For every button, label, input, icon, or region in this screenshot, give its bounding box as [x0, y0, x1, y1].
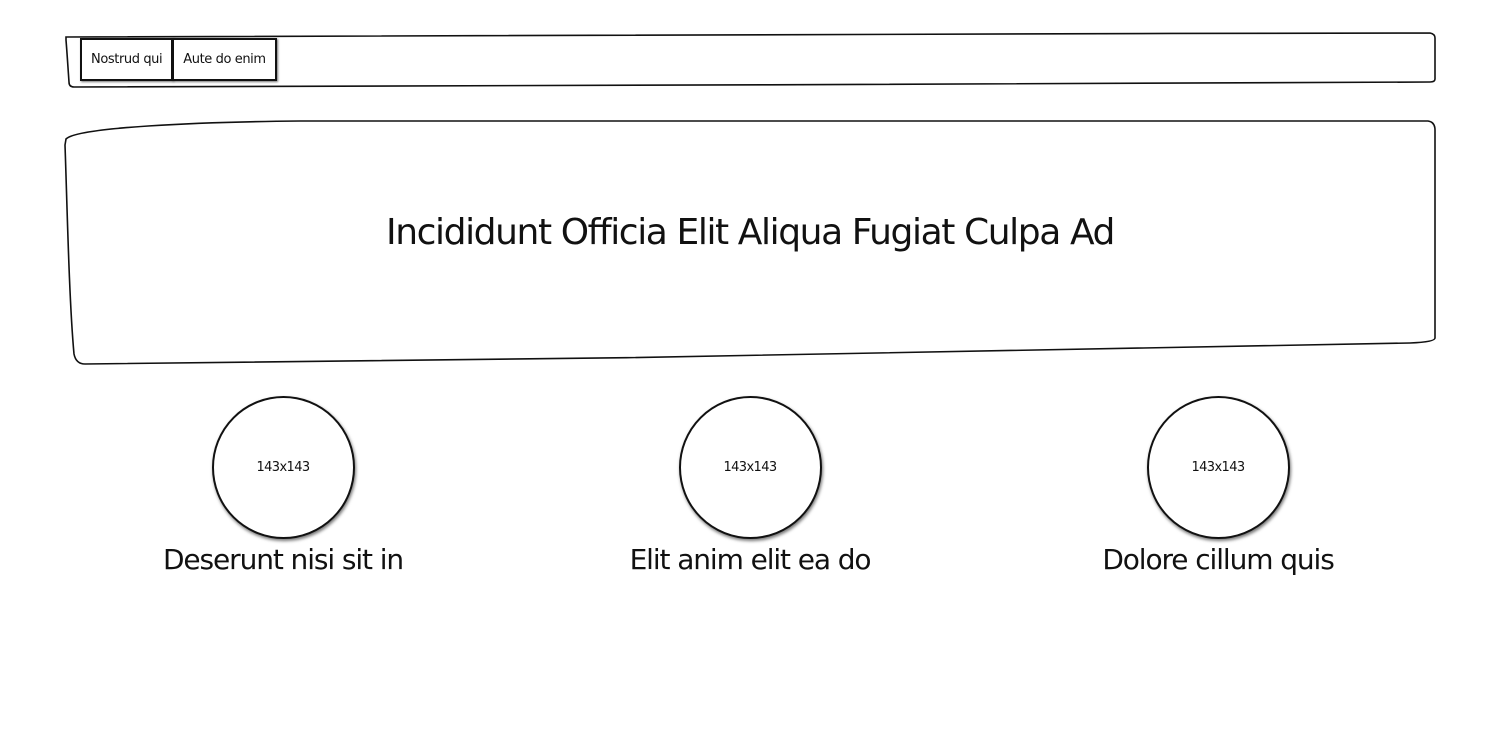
image-placeholder-label: 143x143 — [1191, 460, 1245, 475]
image-placeholder: 143x143 — [678, 396, 822, 539]
feature-card: 143x143 Deserunt nisi sit in — [133, 396, 433, 576]
top-nav: Nostrud qui Aute do enim — [80, 38, 277, 81]
sketch-frames — [64, 32, 1436, 365]
feature-caption: Dolore cillum quis — [1102, 543, 1334, 576]
feature-card: 143x143 Dolore cillum quis — [1068, 396, 1368, 576]
image-placeholder: 143x143 — [211, 396, 355, 539]
hero-title: Incididunt Officia Elit Aliqua Fugiat Cu… — [385, 212, 1115, 253]
feature-caption: Deserunt nisi sit in — [162, 543, 404, 576]
image-placeholder-label: 143x143 — [723, 460, 777, 475]
nav-button-aute-do-enim[interactable]: Aute do enim — [172, 38, 277, 81]
feature-caption: Elit anim elit ea do — [629, 543, 872, 576]
nav-button-nostrud-qui[interactable]: Nostrud qui — [80, 38, 174, 81]
image-placeholder: 143x143 — [1146, 396, 1290, 539]
feature-card: 143x143 Elit anim elit ea do — [600, 396, 900, 576]
image-placeholder-label: 143x143 — [256, 460, 310, 475]
